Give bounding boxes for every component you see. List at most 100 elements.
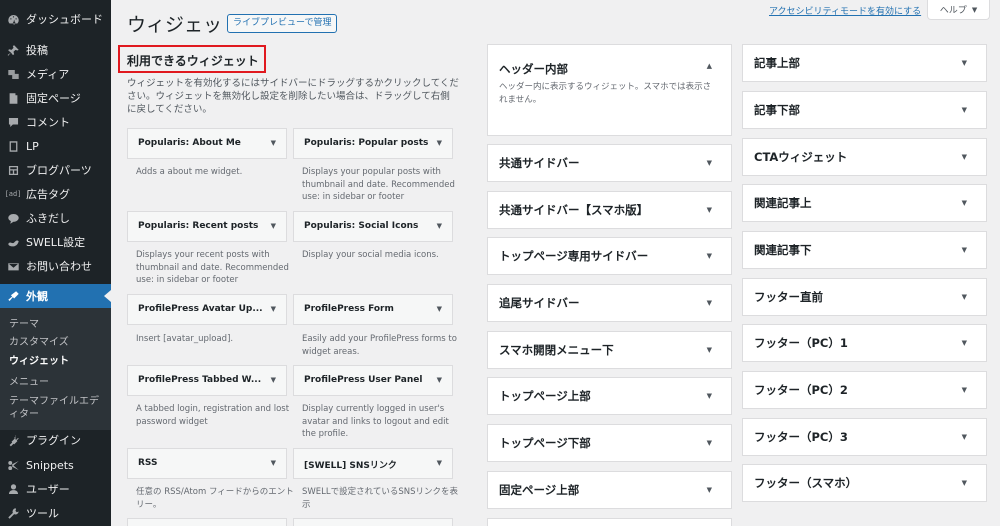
widget-area-cta[interactable]: CTAウィジェット ▼ xyxy=(742,138,987,176)
media-icon xyxy=(0,68,26,81)
scissors-icon xyxy=(0,459,26,472)
sidebar-item-plugins[interactable]: プラグイン xyxy=(0,428,111,452)
widget-area-before-footer[interactable]: フッター直前 ▼ xyxy=(742,278,987,316)
sidebar-item-label: ユーザー xyxy=(26,483,70,496)
caret-down-icon: ▼ xyxy=(436,139,442,147)
widget-area-header-inner[interactable]: ヘッダー内部 ▲ ヘッダー内に表示するウィジェット。スマホでは表示されません。 xyxy=(487,44,732,136)
widget-profilepress-form[interactable]: ProfilePress Form ▼ xyxy=(293,294,453,325)
widget-description: Easily add your ProfilePress forms to wi… xyxy=(302,334,457,357)
submenu-item-themes[interactable]: テーマ xyxy=(9,318,107,331)
caret-down-icon: ▼ xyxy=(961,59,967,67)
caret-down-icon: ▼ xyxy=(961,433,967,441)
sidebar-item-label: 外観 xyxy=(26,290,48,303)
widget-area-title: 追尾サイドバー xyxy=(499,296,580,310)
widget-area-top-page-bottom[interactable]: トップページ下部 ▼ xyxy=(487,424,732,462)
caret-down-icon: ▼ xyxy=(961,199,967,207)
widget-area-common-sidebar[interactable]: 共通サイドバー ▼ xyxy=(487,144,732,182)
sidebar-item-pages[interactable]: 固定ページ xyxy=(0,86,111,110)
admin-sidebar: ダッシュボード 投稿 メディア 固定ページ コメント LP ブログパーツ [ad… xyxy=(0,0,111,526)
help-tab[interactable]: ヘルプ ▼ xyxy=(927,0,990,20)
widget-area-common-sidebar-sp[interactable]: 共通サイドバー【スマホ版】 ▼ xyxy=(487,191,732,229)
caret-down-icon: ▼ xyxy=(436,222,442,230)
sidebar-item-media[interactable]: メディア xyxy=(0,62,111,86)
widget-area-related-top[interactable]: 関連記事上 ▼ xyxy=(742,184,987,222)
sidebar-item-posts[interactable]: 投稿 xyxy=(0,38,111,62)
submenu-item-customize[interactable]: カスタマイズ xyxy=(9,336,107,349)
widget-profilepress-tabbed[interactable]: ProfilePress Tabbed W... ▼ xyxy=(127,365,287,396)
widget-profilepress-user-panel[interactable]: ProfilePress User Panel ▼ xyxy=(293,365,453,396)
widget-partial[interactable] xyxy=(293,518,453,526)
widget-area-title: 関連記事上 xyxy=(754,196,812,210)
dashboard-icon xyxy=(0,13,26,26)
widget-popularis-recent-posts[interactable]: Popularis: Recent posts ▼ xyxy=(127,211,287,242)
sidebar-item-label: メディア xyxy=(26,68,70,81)
widget-area-footer-pc-3[interactable]: フッター（PC）3 ▼ xyxy=(742,418,987,456)
sidebar-item-ad-tags[interactable]: [ad] 広告タグ xyxy=(0,182,111,206)
sidebar-item-label: ツール xyxy=(26,507,59,520)
sidebar-item-contact[interactable]: お問い合わせ xyxy=(0,254,111,278)
accessibility-mode-link[interactable]: アクセシビリティモードを有効にする xyxy=(769,4,921,17)
widget-area-sticky-sidebar[interactable]: 追尾サイドバー ▼ xyxy=(487,284,732,322)
widget-popularis-about-me[interactable]: Popularis: About Me ▼ xyxy=(127,128,287,159)
widget-area-article-top[interactable]: 記事上部 ▼ xyxy=(742,44,987,82)
widget-title: ProfilePress Avatar Up... xyxy=(138,304,263,314)
widget-area-title: フッター（スマホ） xyxy=(754,476,858,490)
widget-area-sp-menu-bottom[interactable]: スマホ開閉メニュー下 ▼ xyxy=(487,331,732,369)
sidebar-item-blog-parts[interactable]: ブログパーツ xyxy=(0,158,111,182)
widget-area-partial[interactable] xyxy=(487,518,732,526)
widget-area-top-page-top[interactable]: トップページ上部 ▼ xyxy=(487,377,732,415)
widget-area-title: フッター（PC）1 xyxy=(754,336,848,350)
widget-swell-sns-links[interactable]: [SWELL] SNSリンク ▼ xyxy=(293,448,453,479)
widget-popularis-social-icons[interactable]: Popularis: Social Icons ▼ xyxy=(293,211,453,242)
widget-description: 任意の RSS/Atom フィードからのエントリー。 xyxy=(136,487,294,510)
lp-icon xyxy=(0,140,26,153)
comment-icon xyxy=(0,116,26,129)
widget-area-related-bottom[interactable]: 関連記事下 ▼ xyxy=(742,231,987,269)
sidebar-item-label: ふきだし xyxy=(26,212,70,225)
caret-down-icon: ▼ xyxy=(706,439,712,447)
sidebar-item-appearance[interactable]: 外観 xyxy=(0,284,111,308)
sidebar-item-balloon[interactable]: ふきだし xyxy=(0,206,111,230)
plugin-icon xyxy=(0,434,26,447)
sidebar-item-label: プラグイン xyxy=(26,434,81,447)
widget-area-page-top[interactable]: 固定ページ上部 ▼ xyxy=(487,471,732,509)
widget-area-title: 関連記事下 xyxy=(754,243,812,257)
widget-area-title: トップページ下部 xyxy=(499,436,591,450)
caret-down-icon: ▼ xyxy=(961,479,967,487)
widget-partial[interactable] xyxy=(127,518,287,526)
sidebar-item-snippets[interactable]: Snippets xyxy=(0,453,111,477)
caret-down-icon: ▼ xyxy=(270,139,276,147)
submenu-item-menus[interactable]: メニュー xyxy=(9,376,107,389)
sidebar-item-dashboard[interactable]: ダッシュボード xyxy=(0,7,111,31)
sidebar-item-label: 投稿 xyxy=(26,44,48,57)
widget-area-footer-sp[interactable]: フッター（スマホ） ▼ xyxy=(742,464,987,502)
caret-down-icon: ▼ xyxy=(436,376,442,384)
caret-down-icon: ▼ xyxy=(270,305,276,313)
submenu-item-theme-editor[interactable]: テーマファイルエディター xyxy=(9,395,107,421)
live-preview-button[interactable]: ライブプレビューで管理 xyxy=(227,14,338,33)
caret-down-icon: ▼ xyxy=(436,459,442,467)
widget-area-footer-pc-1[interactable]: フッター（PC）1 ▼ xyxy=(742,324,987,362)
submenu-item-widgets[interactable]: ウィジェット xyxy=(9,355,107,368)
widget-area-top-page-sidebar[interactable]: トップページ専用サイドバー ▼ xyxy=(487,237,732,275)
widget-area-footer-pc-2[interactable]: フッター（PC）2 ▼ xyxy=(742,371,987,409)
widget-title: RSS xyxy=(138,458,158,468)
widget-description: Insert [avatar_upload]. xyxy=(136,334,234,344)
sidebar-item-lp[interactable]: LP xyxy=(0,134,111,158)
sidebar-item-users[interactable]: ユーザー xyxy=(0,477,111,501)
caret-down-icon: ▼ xyxy=(706,159,712,167)
widget-area-article-bottom[interactable]: 記事下部 ▼ xyxy=(742,91,987,129)
sidebar-item-label: 広告タグ xyxy=(26,188,70,201)
caret-down-icon: ▼ xyxy=(270,459,276,467)
widget-description: Displays your popular posts with thumbna… xyxy=(302,167,455,202)
caret-down-icon: ▼ xyxy=(961,339,967,347)
widget-area-title: 固定ページ上部 xyxy=(499,483,580,497)
widget-profilepress-avatar-upload[interactable]: ProfilePress Avatar Up... ▼ xyxy=(127,294,287,325)
widget-popularis-popular-posts[interactable]: Popularis: Popular posts ▼ xyxy=(293,128,453,159)
sidebar-item-swell-settings[interactable]: SWELL設定 xyxy=(0,230,111,254)
widget-title: ProfilePress Tabbed W... xyxy=(138,375,262,385)
widget-rss[interactable]: RSS ▼ xyxy=(127,448,287,479)
sidebar-item-tools[interactable]: ツール xyxy=(0,501,111,525)
widget-area-title: フッター直前 xyxy=(754,290,823,304)
sidebar-item-comments[interactable]: コメント xyxy=(0,110,111,134)
